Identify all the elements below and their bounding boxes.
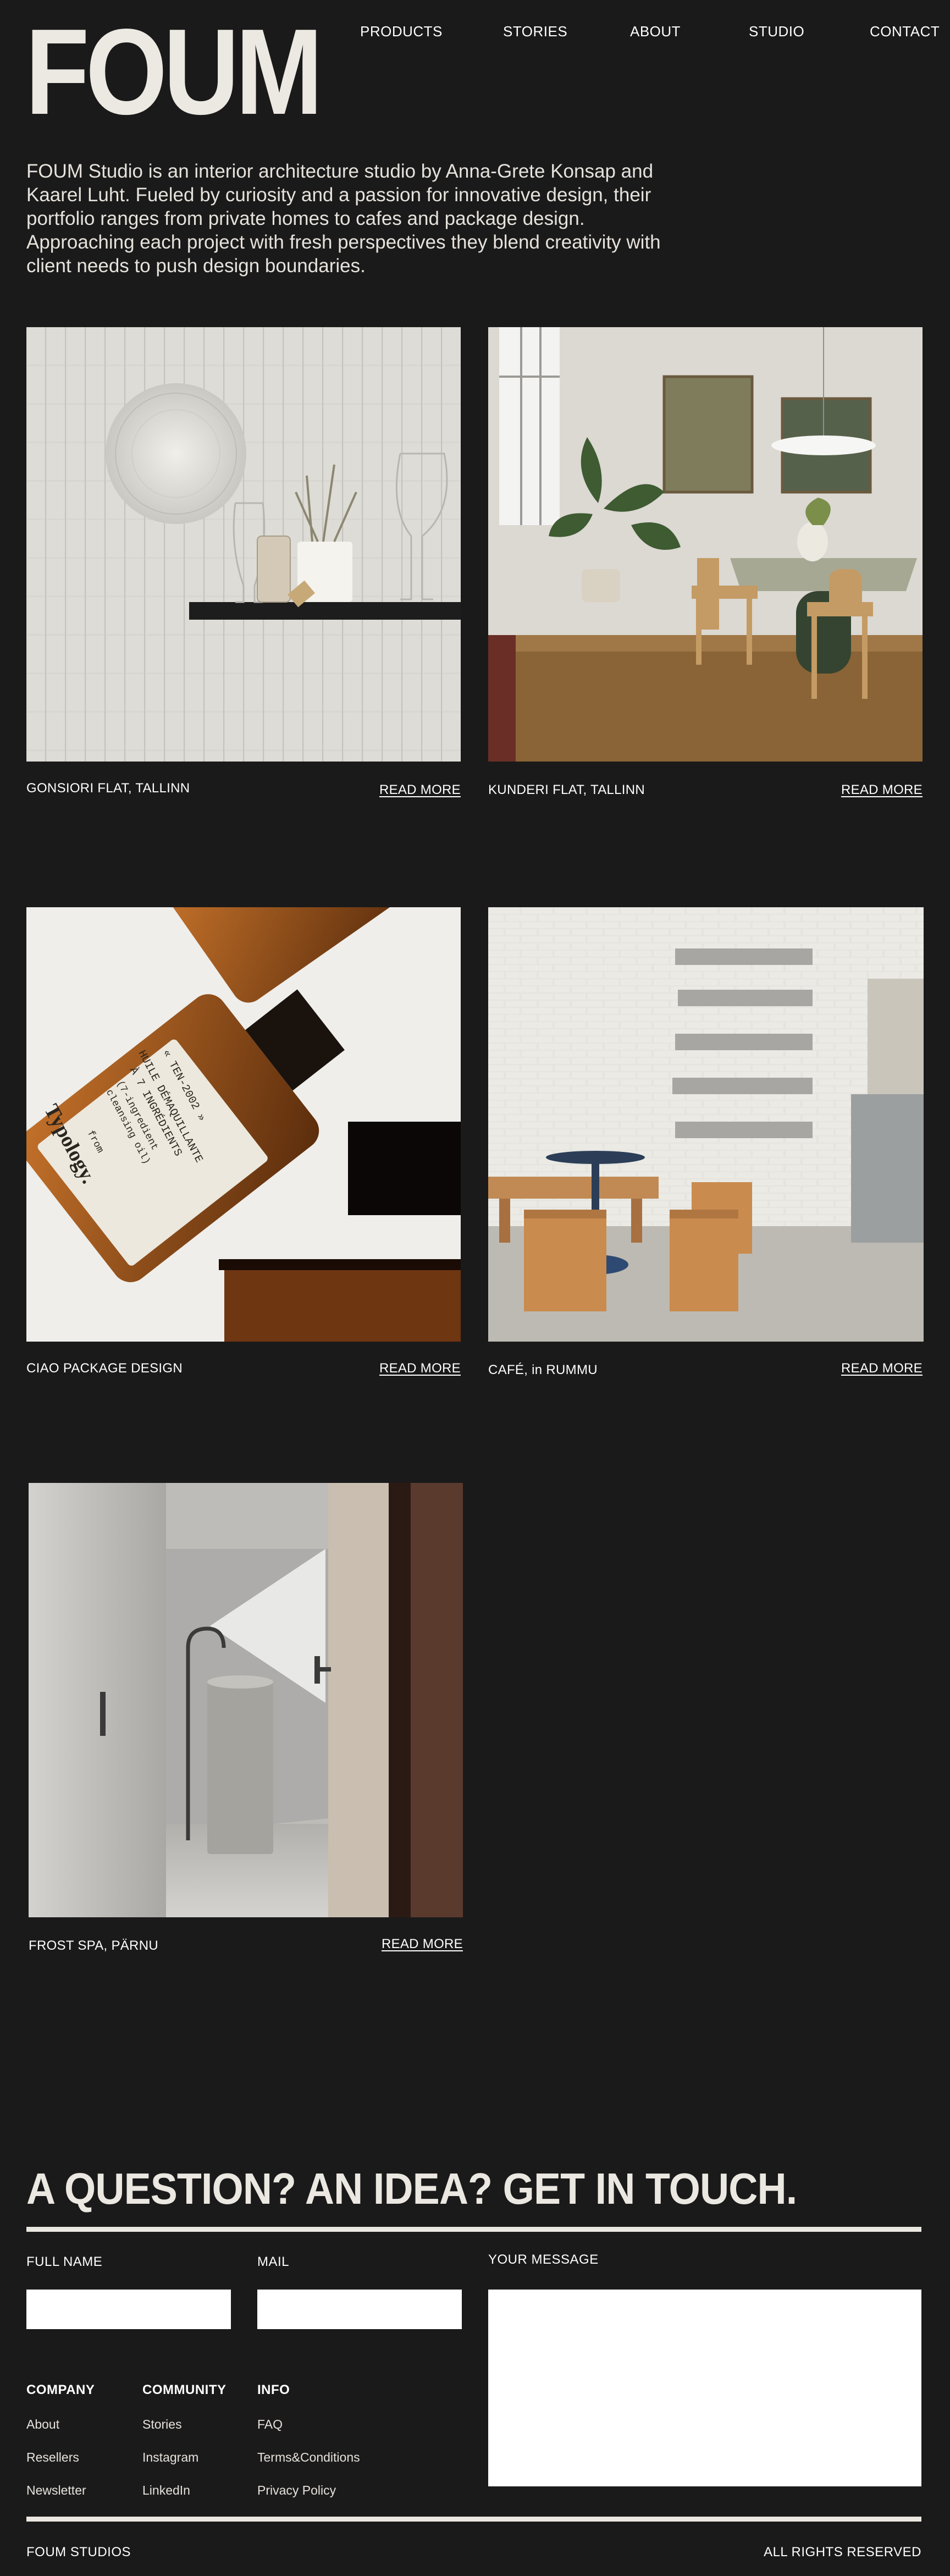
project-title: FROST SPA, PÄRNU: [29, 1938, 158, 1953]
project-title: GONSIORI FLAT, TALLINN: [26, 781, 190, 796]
project-card: GONSIORI FLAT, TALLINN READ MORE: [26, 327, 461, 811]
nav-stories[interactable]: STORIES: [503, 23, 567, 40]
project-card: « TEN-2002 » HUILE DÉMAQUILLANTE À 7 ING…: [26, 907, 461, 1391]
read-more-link[interactable]: READ MORE: [382, 1937, 463, 1952]
footer-link-instagram[interactable]: Instagram: [142, 2450, 198, 2465]
contact-heading: A QUESTION? AN IDEA? GET IN TOUCH.: [26, 2164, 797, 2213]
footer-link-terms[interactable]: Terms&Conditions: [257, 2450, 360, 2465]
project-image-frost-spa[interactable]: [29, 1483, 463, 1917]
project-card: FROST SPA, PÄRNU READ MORE: [29, 1483, 463, 1967]
divider: [26, 2227, 921, 2232]
footer-company-heading: COMPANY: [26, 2382, 95, 2397]
footer-link-stories[interactable]: Stories: [142, 2417, 182, 2432]
project-title: CIAO PACKAGE DESIGN: [26, 1361, 183, 1376]
footer-link-newsletter[interactable]: Newsletter: [26, 2483, 86, 2498]
project-card: KUNDERI FLAT, TALLINN READ MORE: [488, 327, 923, 811]
full-name-label: FULL NAME: [26, 2254, 103, 2269]
footer-link-about[interactable]: About: [26, 2417, 59, 2432]
project-image-gonsiori[interactable]: [26, 327, 461, 762]
footer-link-faq[interactable]: FAQ: [257, 2417, 283, 2432]
nav-products[interactable]: PRODUCTS: [360, 23, 443, 40]
read-more-link[interactable]: READ MORE: [841, 1361, 923, 1376]
message-textarea[interactable]: [488, 2290, 921, 2486]
nav-contact[interactable]: CONTACT: [870, 23, 940, 40]
footer-community-heading: COMMUNITY: [142, 2382, 227, 2397]
full-name-input[interactable]: [26, 2290, 231, 2329]
project-image-kunderi[interactable]: [488, 327, 923, 762]
divider: [26, 2517, 921, 2522]
footer-studio-name: FOUM STUDIOS: [26, 2545, 131, 2560]
footer-link-linkedin[interactable]: LinkedIn: [142, 2483, 190, 2498]
mail-label: MAIL: [257, 2254, 290, 2269]
nav-studio[interactable]: STUDIO: [749, 23, 804, 40]
read-more-link[interactable]: READ MORE: [841, 782, 923, 798]
footer-rights: ALL RIGHTS RESERVED: [764, 2545, 921, 2560]
read-more-link[interactable]: READ MORE: [379, 1361, 461, 1376]
read-more-link[interactable]: READ MORE: [379, 782, 461, 798]
footer-info-heading: INFO: [257, 2382, 290, 2397]
project-title: CAFÉ, in RUMMU: [488, 1363, 598, 1377]
project-card: CAFÉ, in RUMMU READ MORE: [488, 907, 924, 1391]
footer-link-privacy[interactable]: Privacy Policy: [257, 2483, 336, 2498]
site-logo[interactable]: FOUM: [25, 11, 367, 133]
nav-about[interactable]: ABOUT: [630, 23, 681, 40]
footer-link-resellers[interactable]: Resellers: [26, 2450, 79, 2465]
intro-text: FOUM Studio is an interior architecture …: [26, 161, 661, 277]
message-label: YOUR MESSAGE: [488, 2252, 599, 2267]
project-image-ciao[interactable]: « TEN-2002 » HUILE DÉMAQUILLANTE À 7 ING…: [26, 907, 461, 1342]
project-image-cafe[interactable]: [488, 907, 924, 1342]
mail-input[interactable]: [257, 2290, 462, 2329]
project-title: KUNDERI FLAT, TALLINN: [488, 782, 645, 797]
